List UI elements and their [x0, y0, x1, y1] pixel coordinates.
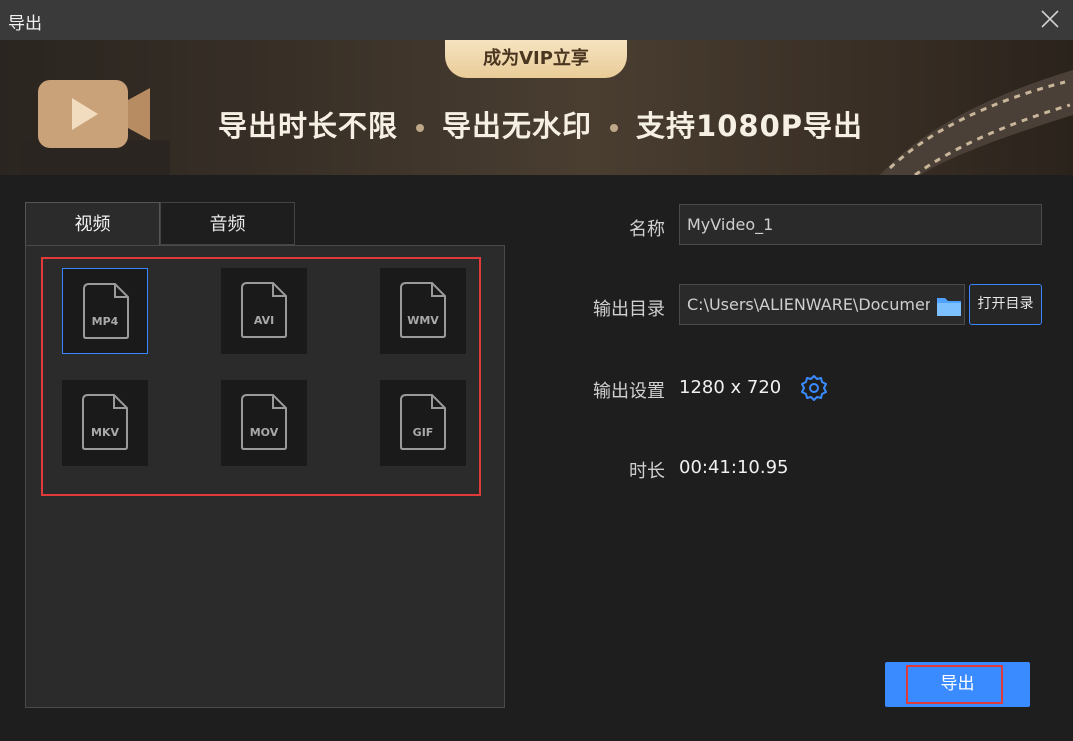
output-dir-label: 输出目录: [593, 299, 665, 320]
file-icon: [241, 394, 287, 450]
format-label: AVI: [253, 314, 275, 327]
format-gif[interactable]: GIF: [380, 380, 466, 466]
format-label: MKV: [91, 426, 119, 439]
name-input[interactable]: [679, 204, 1042, 245]
tab-audio[interactable]: 音频: [160, 202, 295, 245]
format-label: MOV: [249, 426, 279, 439]
resolution-value: 1280 x 720: [679, 377, 782, 398]
output-settings-label: 输出设置: [593, 381, 665, 402]
separator-dot: [610, 124, 619, 132]
close-icon[interactable]: [1039, 8, 1061, 30]
output-dir-input[interactable]: [679, 284, 965, 325]
format-mp4[interactable]: MP4: [62, 268, 148, 354]
format-avi[interactable]: AVI: [221, 268, 307, 354]
format-mkv[interactable]: MKV: [62, 380, 148, 466]
vip-benefits: 导出时长不限 导出无水印 支持1080P导出: [218, 103, 863, 145]
name-label: 名称: [629, 219, 665, 240]
file-icon: [400, 282, 446, 338]
camera-icon: [20, 80, 170, 175]
format-label: MP4: [91, 315, 119, 328]
format-label: GIF: [412, 426, 434, 439]
film-strip-icon: [880, 70, 1073, 175]
gear-icon[interactable]: [800, 374, 828, 402]
folder-icon[interactable]: [936, 295, 962, 317]
vip-banner[interactable]: 成为VIP立享 导出时长不限 导出无水印 支持1080P导出: [0, 40, 1073, 175]
duration-value: 00:41:10.95: [679, 457, 789, 478]
file-icon: [83, 283, 129, 339]
tab-video[interactable]: 视频: [25, 202, 160, 245]
file-icon: [241, 282, 287, 338]
benefit-unlimited-duration: 导出时长不限: [218, 109, 399, 143]
duration-label: 时长: [629, 461, 665, 482]
export-button[interactable]: 导出: [885, 662, 1030, 707]
title-bar: 导出: [0, 0, 1073, 40]
format-mov[interactable]: MOV: [221, 380, 307, 466]
format-label: WMV: [407, 314, 439, 327]
export-button-label: 导出: [940, 674, 975, 694]
file-icon: [82, 394, 128, 450]
vip-pill: 成为VIP立享: [445, 40, 627, 78]
separator-dot: [416, 124, 425, 132]
benefit-1080p: 支持1080P导出: [636, 109, 863, 143]
benefit-no-watermark: 导出无水印: [442, 109, 593, 143]
window-title: 导出: [8, 14, 42, 34]
file-icon: [400, 394, 446, 450]
open-directory-button[interactable]: 打开目录: [969, 284, 1042, 325]
format-wmv[interactable]: WMV: [380, 268, 466, 354]
